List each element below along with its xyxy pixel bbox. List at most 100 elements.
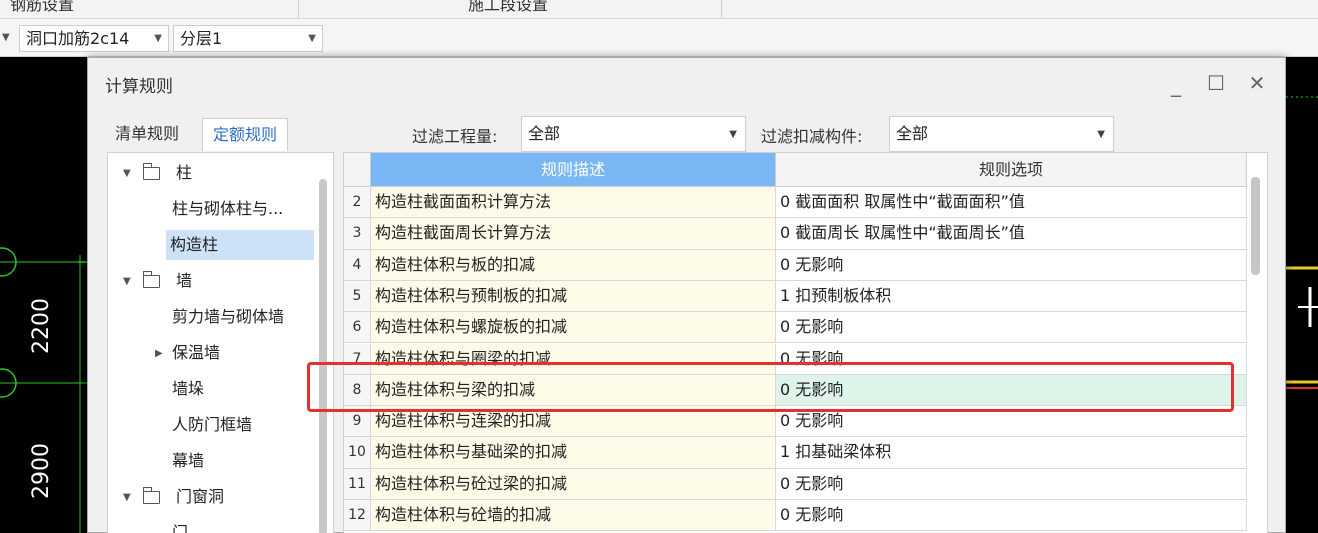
top-settings-strip: 钢筋设置 施工段设置 bbox=[0, 0, 1318, 19]
dimension-label: 2200 bbox=[29, 298, 54, 354]
component-tree[interactable]: ▼ 柱 柱与砌体柱与... 构造柱 ▼ 墙 剪力墙与砌体墙 ▶ 保温墙 墙垛 人… bbox=[107, 152, 334, 533]
chevron-down-icon: ▼ bbox=[729, 129, 737, 140]
rule-option-cell[interactable]: 0 截面周长 取属性中“截面周长”值 bbox=[776, 218, 1247, 250]
rule-description-cell: 构造柱体积与连梁的扣减 bbox=[371, 406, 776, 438]
filter-quantity-value: 全部 bbox=[528, 124, 561, 143]
minimize-icon[interactable]: _ bbox=[1161, 70, 1191, 100]
rule-description-cell: 构造柱截面周长计算方法 bbox=[371, 218, 776, 250]
layer-select-value: 分层1 bbox=[180, 29, 223, 48]
chevron-down-icon[interactable]: ▼ bbox=[123, 267, 131, 297]
rule-option-cell[interactable]: 0 截面面积 取属性中“截面面积”值 bbox=[776, 187, 1247, 219]
tree-item[interactable]: 幕墙 bbox=[108, 446, 320, 476]
tree-label: 人防门框墙 bbox=[172, 415, 253, 434]
table-row[interactable]: 9 构造柱体积与连梁的扣减 0 无影响 bbox=[344, 406, 1247, 438]
rule-option-cell[interactable]: 0 无影响 bbox=[776, 374, 1247, 407]
table-row[interactable]: 2 构造柱截面面积计算方法 0 截面面积 取属性中“截面面积”值 bbox=[344, 187, 1247, 219]
chevron-right-icon[interactable]: ▶ bbox=[155, 339, 163, 369]
row-number-cell: 2 bbox=[344, 187, 371, 219]
rule-option-cell[interactable]: 0 无影响 bbox=[776, 468, 1247, 500]
rule-option-cell[interactable]: 1 扣预制板体积 bbox=[776, 280, 1247, 313]
row-number-cell: 5 bbox=[344, 280, 371, 313]
rule-option-cell[interactable]: 0 无影响 bbox=[776, 406, 1247, 438]
table-row[interactable]: 10 构造柱体积与基础梁的扣减 1 扣基础梁体积 bbox=[344, 437, 1247, 469]
dimension-label: 2900 bbox=[29, 443, 54, 499]
table-header-option[interactable]: 规则选项 bbox=[776, 153, 1247, 187]
tree-item[interactable]: 门 bbox=[108, 518, 320, 533]
tab-quota-rules[interactable]: 定额规则 bbox=[202, 118, 289, 151]
rule-description-cell: 构造柱体积与板的扣减 bbox=[371, 249, 776, 281]
layer-select[interactable]: 分层1 ▼ bbox=[173, 25, 323, 52]
tree-folder-column[interactable]: ▼ 柱 bbox=[108, 158, 320, 188]
rule-description-cell: 构造柱体积与砼过梁的扣减 bbox=[371, 468, 776, 500]
component-select[interactable]: 洞口加筋2c14 ▼ bbox=[19, 25, 169, 52]
tree-label: 门窗洞 bbox=[176, 487, 225, 506]
chevron-down-icon: ▼ bbox=[1097, 129, 1105, 140]
tree-folder-wall[interactable]: ▼ 墙 bbox=[108, 266, 320, 296]
row-number-cell: 3 bbox=[344, 218, 371, 250]
tree-item[interactable]: 柱与砌体柱与... bbox=[108, 194, 320, 224]
component-select-value: 洞口加筋2c14 bbox=[26, 29, 130, 48]
tree-scrollbar[interactable] bbox=[319, 179, 327, 533]
tab-bill-rules[interactable]: 清单规则 bbox=[105, 118, 189, 151]
rebar-settings-tab[interactable]: 钢筋设置 bbox=[10, 0, 74, 15]
dialog-title: 计算规则 bbox=[105, 77, 173, 97]
row-number-cell: 4 bbox=[344, 249, 371, 281]
tree-label: 幕墙 bbox=[172, 451, 205, 470]
row-number-cell: 6 bbox=[344, 312, 371, 344]
tree-label: 柱与砌体柱与... bbox=[172, 199, 284, 218]
folder-icon bbox=[142, 487, 160, 504]
table-row[interactable]: 11 构造柱体积与砼过梁的扣减 0 无影响 bbox=[344, 468, 1247, 500]
rule-option-cell[interactable]: 0 无影响 bbox=[776, 500, 1247, 532]
chevron-down-icon[interactable]: ▼ bbox=[123, 483, 131, 513]
row-number-cell: 11 bbox=[344, 468, 371, 500]
table-header-description[interactable]: 规则描述 bbox=[371, 153, 776, 187]
tree-label: 构造柱 bbox=[166, 230, 314, 260]
rule-option-cell[interactable]: 1 扣基础梁体积 bbox=[776, 437, 1247, 469]
rule-description-cell: 构造柱体积与砼墙的扣减 bbox=[371, 500, 776, 532]
tree-label: 剪力墙与砌体墙 bbox=[172, 307, 285, 326]
toolbar: ▼ 洞口加筋2c14 ▼ 分层1 ▼ bbox=[0, 19, 1318, 57]
tab-label: 定额规则 bbox=[213, 125, 278, 144]
chevron-down-icon[interactable]: ▼ bbox=[123, 159, 131, 189]
folder-icon bbox=[142, 271, 160, 288]
table-header-number bbox=[344, 153, 371, 187]
rule-description-cell: 构造柱体积与螺旋板的扣减 bbox=[371, 312, 776, 344]
tree-group[interactable]: ▶ 保温墙 bbox=[108, 338, 320, 368]
rule-option-cell[interactable]: 0 无影响 bbox=[776, 343, 1247, 375]
tree-label: 柱 bbox=[176, 163, 193, 182]
tree-item[interactable]: 剪力墙与砌体墙 bbox=[108, 302, 320, 332]
tree-item[interactable]: 人防门框墙 bbox=[108, 410, 320, 440]
tree-item[interactable]: 墙垛 bbox=[108, 374, 320, 404]
rule-option-cell[interactable]: 0 无影响 bbox=[776, 249, 1247, 281]
tree-label: 墙垛 bbox=[172, 379, 205, 398]
row-number-cell: 10 bbox=[344, 437, 371, 469]
row-number-cell: 8 bbox=[344, 374, 371, 407]
chevron-down-icon: ▼ bbox=[154, 33, 162, 44]
chevron-down-icon[interactable]: ▼ bbox=[2, 32, 10, 43]
rules-table[interactable]: 规则描述 规则选项 2 构造柱截面面积计算方法 0 截面面积 取属性中“截面面积”值… bbox=[343, 152, 1268, 533]
tree-item-selected[interactable]: 构造柱 bbox=[108, 230, 320, 260]
construction-section-settings-tab[interactable]: 施工段设置 bbox=[468, 0, 548, 15]
table-row[interactable]: 6 构造柱体积与螺旋板的扣减 0 无影响 bbox=[344, 312, 1247, 344]
row-number-cell: 7 bbox=[344, 343, 371, 375]
table-row[interactable]: 12 构造柱体积与砼墙的扣减 0 无影响 bbox=[344, 500, 1247, 532]
table-row[interactable]: 3 构造柱截面周长计算方法 0 截面周长 取属性中“截面周长”值 bbox=[344, 218, 1247, 250]
rule-description-cell: 构造柱体积与预制板的扣减 bbox=[371, 280, 776, 313]
table-scrollbar[interactable] bbox=[1251, 177, 1260, 275]
rule-description-cell: 构造柱体积与基础梁的扣减 bbox=[371, 437, 776, 469]
rule-option-cell[interactable]: 0 无影响 bbox=[776, 312, 1247, 344]
table-row-highlighted[interactable]: 8 构造柱体积与梁的扣减 0 无影响 bbox=[344, 374, 1247, 407]
table-row[interactable]: 7 构造柱体积与圈梁的扣减 0 无影响 bbox=[344, 343, 1247, 375]
filter-quantity-select[interactable]: 全部 ▼ bbox=[521, 116, 746, 152]
filter-deduct-label: 过滤扣减构件: bbox=[761, 127, 863, 146]
calculation-rules-dialog: 计算规则 _ ☐ ✕ 清单规则 定额规则 过滤工程量: 全部 ▼ 过滤扣减构件:… bbox=[87, 57, 1286, 533]
maximize-icon[interactable]: ☐ bbox=[1201, 68, 1231, 98]
filter-deduct-value: 全部 bbox=[896, 124, 929, 143]
close-icon[interactable]: ✕ bbox=[1242, 68, 1272, 98]
divider bbox=[721, 0, 722, 18]
table-row[interactable]: 5 构造柱体积与预制板的扣减 1 扣预制板体积 bbox=[344, 280, 1247, 313]
chevron-down-icon: ▼ bbox=[308, 33, 316, 44]
table-row[interactable]: 4 构造柱体积与板的扣减 0 无影响 bbox=[344, 249, 1247, 281]
tree-folder-openings[interactable]: ▼ 门窗洞 bbox=[108, 482, 320, 512]
filter-deduct-select[interactable]: 全部 ▼ bbox=[889, 116, 1114, 152]
